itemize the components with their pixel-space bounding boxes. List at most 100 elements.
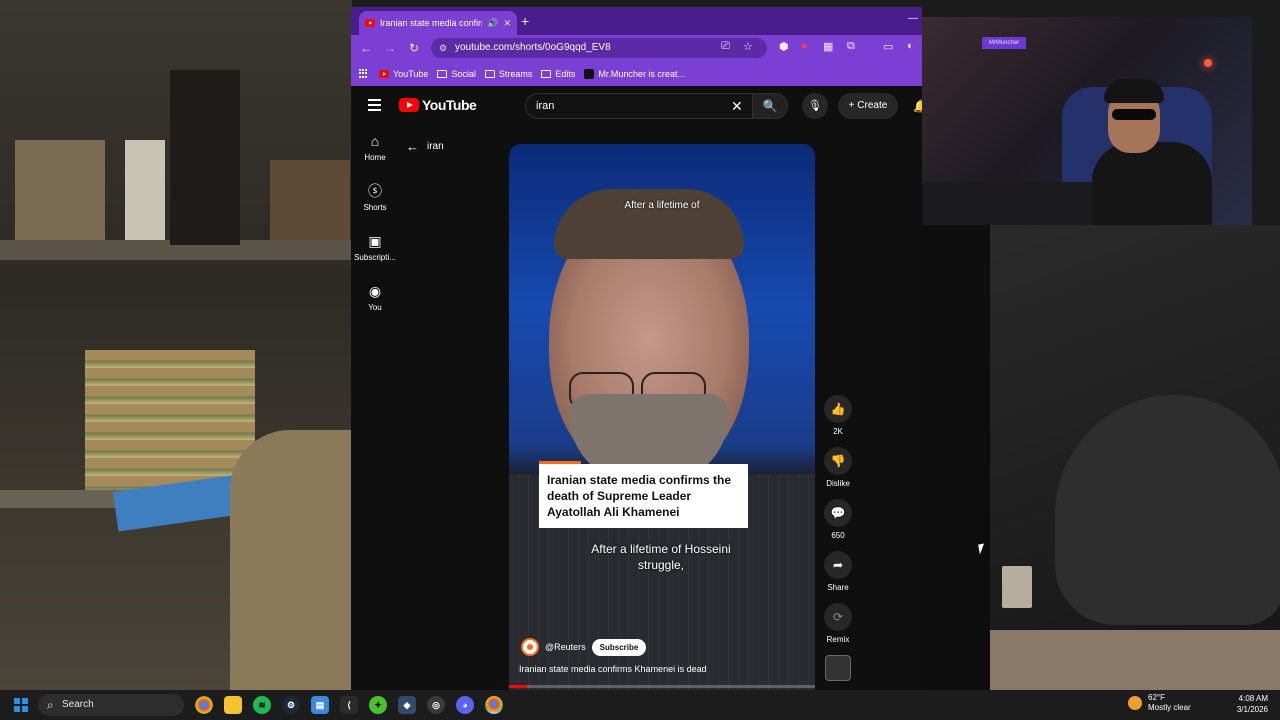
weather-moon-icon: [1128, 696, 1142, 710]
tab-title: Iranian state media confirm: [380, 18, 483, 28]
subscribe-button[interactable]: Subscribe: [591, 638, 647, 656]
youtube-logo-text: YouTube: [422, 97, 477, 113]
apps-grid-icon[interactable]: [359, 68, 369, 79]
like-button[interactable]: 👍 2K: [819, 395, 857, 447]
browser-tab-active[interactable]: Iranian state media confirm 🔊 ✕: [359, 11, 517, 35]
comment-icon: 💬: [824, 499, 852, 527]
bookmark-label: YouTube: [393, 68, 429, 79]
spotify-icon[interactable]: ≋: [253, 696, 271, 714]
guide-label: Shorts: [363, 203, 387, 212]
extension-shield-icon[interactable]: ⬢: [779, 40, 789, 53]
share-label: Share: [827, 583, 849, 592]
weather-desc: Mostly clear: [1148, 703, 1191, 712]
reload-icon[interactable]: ↻: [402, 41, 426, 55]
shelf-box-right: [270, 160, 350, 240]
tab-audio-icon[interactable]: 🔊: [487, 18, 498, 29]
shorts-player[interactable]: After a lifetime of Iranian state media …: [509, 144, 815, 690]
extension-record-icon[interactable]: ●: [801, 40, 808, 52]
comments-button[interactable]: 💬 650: [819, 499, 857, 551]
file-explorer-icon[interactable]: [224, 696, 242, 714]
back-icon[interactable]: ←: [354, 41, 378, 55]
back-query-label: iran: [427, 141, 444, 152]
youtube-bookmark-icon: [379, 69, 389, 78]
bookmark-folder-social[interactable]: Social: [437, 69, 476, 79]
share-button[interactable]: ➦ Share: [819, 551, 857, 603]
chair-arm: [230, 430, 360, 690]
channel-handle[interactable]: @Reuters: [545, 642, 586, 652]
tab-close-icon[interactable]: ✕: [503, 18, 511, 29]
guide-label: Subscripti...: [354, 253, 396, 262]
notifications-bell-icon[interactable]: 🔔: [913, 99, 922, 113]
site-favicon-icon: [584, 68, 595, 79]
reuters-logo-icon[interactable]: [521, 638, 539, 656]
desk: [922, 182, 1102, 225]
share-icon: ➦: [824, 551, 852, 579]
editor-app-icon[interactable]: ◆: [398, 696, 416, 714]
search-button[interactable]: 🔍: [752, 93, 788, 119]
search-input[interactable]: iran: [525, 93, 752, 119]
subscriptions-icon: ▣: [368, 233, 382, 249]
bookmark-youtube[interactable]: YouTube: [379, 69, 428, 79]
taskbar-search[interactable]: Search: [38, 694, 184, 716]
side-panel-icon[interactable]: ▭: [883, 40, 893, 53]
system-clock[interactable]: 4:08 AM 3/1/2026: [1224, 693, 1268, 715]
search-back-row[interactable]: ← iran: [406, 139, 444, 154]
notepad-icon[interactable]: ▤: [311, 696, 329, 714]
guide-item-shorts[interactable]: ⓢ Shorts: [351, 182, 399, 232]
sound-disc-icon[interactable]: [825, 655, 851, 681]
floor: [990, 630, 1280, 690]
chrome-icon[interactable]: [195, 696, 213, 714]
extension-grid-icon[interactable]: ▦: [823, 40, 833, 53]
discord-icon[interactable]: ◕: [456, 696, 474, 714]
voice-search-button[interactable]: 🎙: [802, 93, 828, 119]
red-lamp: [1204, 59, 1212, 67]
dislike-label: Dislike: [826, 479, 850, 488]
weather-widget[interactable]: 62°F Mostly clear: [1128, 693, 1191, 713]
capcut-icon[interactable]: ⟨: [340, 696, 358, 714]
address-bar[interactable]: ⚙ youtube.com/shorts/0oG9qqd_EV8: [431, 38, 767, 58]
obs-icon[interactable]: ◎: [427, 696, 445, 714]
youtube-logo[interactable]: YouTube: [399, 97, 477, 113]
browser-window: Iranian state media confirm 🔊 ✕ + — ← → …: [351, 7, 922, 690]
guide-item-subscriptions[interactable]: ▣ Subscripti...: [351, 232, 399, 282]
chrome-active-icon[interactable]: [485, 696, 503, 714]
start-button[interactable]: [14, 698, 28, 712]
minimize-icon[interactable]: —: [908, 13, 918, 24]
site-info-icon[interactable]: ⚙: [439, 38, 447, 58]
bookmark-folder-edits[interactable]: Edits: [541, 69, 575, 79]
profile-icon[interactable]: ◐: [907, 40, 914, 52]
bookmark-folder-streams[interactable]: Streams: [484, 69, 532, 79]
progress-bar[interactable]: [509, 685, 815, 688]
remix-button[interactable]: ⟳ Remix: [819, 603, 857, 655]
bookmark-star-icon[interactable]: ☆: [743, 40, 753, 53]
menu-icon[interactable]: [368, 99, 381, 114]
short-title[interactable]: Iranian state media confirms Khamenei is…: [519, 664, 707, 674]
clear-search-icon[interactable]: ✕: [731, 98, 743, 115]
new-tab-icon[interactable]: +: [521, 13, 529, 29]
tab-strip: Iranian state media confirm 🔊 ✕ + —: [351, 7, 922, 35]
url-text: youtube.com/shorts/0oG9qqd_EV8: [455, 42, 611, 53]
thumbs-up-icon: 👍: [824, 395, 852, 423]
webcam-overlay: MrMuncher: [922, 17, 1252, 225]
game-app-icon[interactable]: ✦: [369, 696, 387, 714]
like-count: 2K: [833, 427, 843, 436]
bookmark-mrmuncher[interactable]: Mr.Muncher is creat...: [584, 68, 685, 79]
bookmarks-bar: YouTube Social Streams Edits Mr.Muncher …: [351, 61, 922, 86]
guide-item-home[interactable]: ⌂ Home: [351, 132, 399, 182]
guide-item-you[interactable]: ◉ You: [351, 282, 399, 332]
install-app-icon[interactable]: ⎚: [721, 40, 730, 53]
search-icon: 🔍: [762, 99, 778, 113]
forward-icon[interactable]: →: [378, 41, 402, 55]
create-button[interactable]: + Create: [838, 93, 898, 119]
folder-icon: [437, 69, 448, 78]
neon-sign: MrMuncher: [982, 37, 1026, 49]
folder-icon: [484, 69, 495, 78]
steam-icon[interactable]: ⚙: [282, 696, 300, 714]
microphone-icon: 🎙: [808, 100, 822, 112]
streamer-sunglasses: [1112, 109, 1156, 120]
channel-row: @Reuters Subscribe: [521, 638, 647, 656]
extensions-puzzle-icon[interactable]: ⧉: [847, 40, 855, 53]
back-arrow-icon[interactable]: ←: [406, 139, 419, 154]
book-stack: [85, 350, 255, 490]
dislike-button[interactable]: 👎 Dislike: [819, 447, 857, 499]
